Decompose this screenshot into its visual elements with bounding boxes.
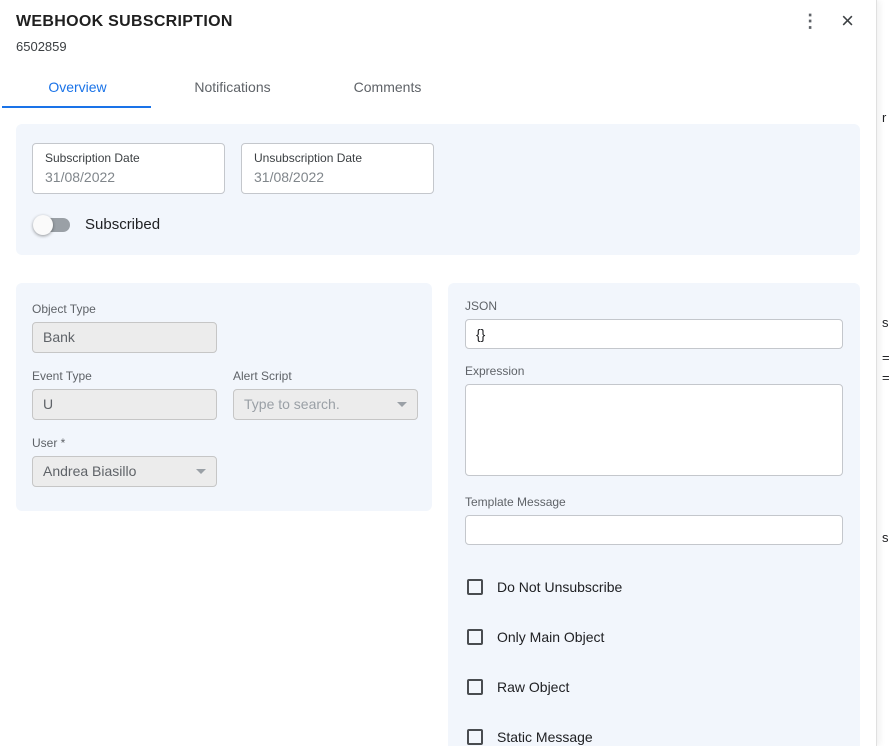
user-select[interactable]: Andrea Biasillo	[32, 456, 217, 487]
expression-label: Expression	[465, 364, 843, 378]
object-type-input[interactable]: Bank	[32, 322, 217, 353]
event-type-input[interactable]: U	[32, 389, 217, 420]
user-label: User *	[32, 436, 416, 450]
checkbox-icon[interactable]	[467, 679, 483, 695]
webhook-subscription-dialog: WEBHOOK SUBSCRIPTION 6502859 ⋮ × Overvie…	[0, 0, 877, 746]
checkbox-icon[interactable]	[467, 729, 483, 745]
toggle-knob	[33, 215, 53, 235]
tab-comments[interactable]: Comments	[310, 66, 465, 108]
subscription-date-field[interactable]: Subscription Date 31/08/2022	[32, 143, 225, 194]
edge-fragment: s	[882, 315, 889, 330]
checkbox-icon[interactable]	[467, 579, 483, 595]
template-message-field: Template Message	[465, 495, 843, 545]
checkbox-row-raw-object[interactable]: Raw Object	[467, 679, 843, 695]
date-fields: Subscription Date 31/08/2022 Unsubscript…	[32, 143, 844, 194]
checkbox-label: Static Message	[497, 729, 593, 745]
unsubscription-date-field[interactable]: Unsubscription Date 31/08/2022	[241, 143, 434, 194]
kebab-menu-icon[interactable]: ⋮	[801, 12, 819, 30]
alert-script-group: Alert Script Type to search.	[233, 369, 418, 436]
dialog-title: WEBHOOK SUBSCRIPTION	[16, 13, 860, 31]
subscribed-toggle[interactable]	[36, 218, 70, 232]
checkbox-icon[interactable]	[467, 629, 483, 645]
event-type-label: Event Type	[32, 369, 217, 383]
event-alert-row: Event Type U Alert Script Type to search…	[32, 369, 416, 436]
object-details-panel: Object Type Bank Event Type U Alert Scri…	[16, 283, 432, 511]
detail-columns: Object Type Bank Event Type U Alert Scri…	[16, 283, 860, 746]
subscribed-toggle-row: Subscribed	[32, 216, 844, 233]
template-message-input[interactable]	[465, 515, 843, 545]
header-actions: ⋮ ×	[801, 10, 854, 32]
subscription-date-value: 31/08/2022	[45, 169, 212, 185]
user-select-value: Andrea Biasillo	[43, 457, 136, 486]
close-icon[interactable]: ×	[841, 10, 854, 32]
json-input[interactable]	[465, 319, 843, 349]
tab-notifications[interactable]: Notifications	[155, 66, 310, 108]
unsubscription-date-value: 31/08/2022	[254, 169, 421, 185]
record-id: 6502859	[16, 39, 860, 54]
message-settings-panel: JSON Expression Template Message	[448, 283, 860, 746]
checkbox-label: Only Main Object	[497, 629, 604, 645]
dialog-header: WEBHOOK SUBSCRIPTION 6502859 ⋮ ×	[0, 0, 876, 58]
alert-script-placeholder: Type to search.	[244, 390, 340, 419]
edge-fragment: s	[882, 530, 889, 545]
edge-fragment: =	[882, 350, 890, 365]
unsubscription-date-label: Unsubscription Date	[254, 151, 421, 165]
checkbox-label: Raw Object	[497, 679, 569, 695]
page-background: r s = = s WEBHOOK SUBSCRIPTION 6502859 ⋮…	[0, 0, 895, 746]
template-message-label: Template Message	[465, 495, 843, 509]
object-type-label: Object Type	[32, 302, 416, 316]
checkbox-row-do-not-unsubscribe[interactable]: Do Not Unsubscribe	[467, 579, 843, 595]
edge-fragment: r	[882, 110, 886, 125]
object-type-group: Object Type Bank	[32, 302, 416, 353]
user-group: User * Andrea Biasillo	[32, 436, 416, 487]
checkbox-label: Do Not Unsubscribe	[497, 579, 622, 595]
checkbox-row-static-message[interactable]: Static Message	[467, 729, 843, 745]
alert-script-select[interactable]: Type to search.	[233, 389, 418, 420]
subscription-panel: Subscription Date 31/08/2022 Unsubscript…	[16, 124, 860, 255]
json-field: JSON	[465, 299, 843, 349]
subscribed-toggle-label: Subscribed	[85, 216, 160, 233]
event-type-group: Event Type U	[32, 369, 217, 420]
checkbox-row-only-main-object[interactable]: Only Main Object	[467, 629, 843, 645]
expression-field: Expression	[465, 364, 843, 481]
dialog-body: Subscription Date 31/08/2022 Unsubscript…	[0, 108, 876, 746]
tab-overview[interactable]: Overview	[0, 66, 155, 108]
subscription-date-label: Subscription Date	[45, 151, 212, 165]
tab-bar: Overview Notifications Comments	[0, 66, 876, 108]
checkbox-list: Do Not Unsubscribe Only Main Object Raw …	[465, 579, 843, 745]
alert-script-label: Alert Script	[233, 369, 418, 383]
edge-fragment: =	[882, 370, 890, 385]
json-label: JSON	[465, 299, 843, 313]
chevron-down-icon	[196, 469, 206, 474]
chevron-down-icon	[397, 402, 407, 407]
expression-textarea[interactable]	[465, 384, 843, 476]
background-page-edge: r s = = s	[877, 0, 895, 746]
